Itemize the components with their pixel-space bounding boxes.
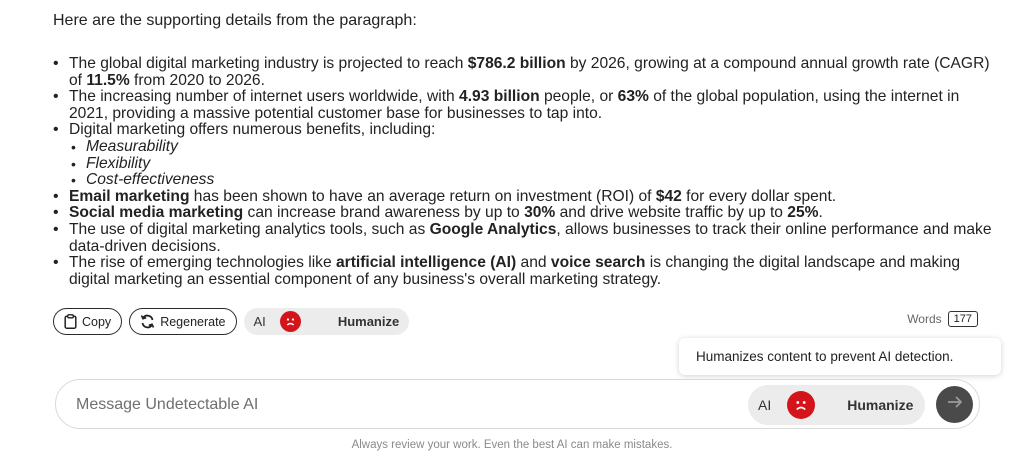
regenerate-button[interactable]: Regenerate (129, 308, 237, 335)
list-item: The rise of emerging technologies like a… (53, 254, 993, 288)
list-item: Social media marketing can increase bran… (53, 205, 993, 222)
copy-label: Copy (82, 314, 112, 329)
sub-list-item: Measurability (69, 138, 993, 156)
list-item: The global digital marketing industry is… (53, 55, 993, 89)
humanize-tooltip: Humanizes content to prevent AI detectio… (679, 338, 1001, 375)
disclaimer-text: Always review your work. Even the best A… (351, 439, 673, 451)
toggle-track[interactable] (274, 308, 330, 335)
sub-list-item: Flexibility (69, 155, 993, 173)
message-input[interactable] (76, 392, 716, 418)
list-item: Digital marketing offers numerous benefi… (53, 122, 993, 189)
regenerate-label: Regenerate (160, 314, 226, 329)
composer-humanize-toggle[interactable]: AI Humanize (748, 385, 926, 425)
toggle-humanize-label: Humanize (337, 314, 400, 329)
list-item: Email marketing has been shown to have a… (53, 188, 993, 206)
send-button[interactable] (936, 386, 973, 423)
toggle-ai-label: AI (758, 397, 772, 413)
message-composer: AI Humanize (55, 379, 980, 429)
humanize-toggle[interactable]: AI Humanize (243, 308, 410, 335)
toggle-ai-label: AI (253, 314, 266, 329)
refresh-icon (140, 314, 155, 329)
sad-face-icon (787, 391, 816, 419)
list-item: The increasing number of internet users … (53, 88, 993, 122)
word-count-value: 177 (947, 311, 978, 327)
response-actions: Copy Regenerate AI Humanize (53, 308, 410, 335)
word-count-label: Words (907, 312, 942, 326)
copy-button[interactable]: Copy (53, 308, 123, 335)
word-count: Words 177 (907, 311, 978, 327)
toggle-humanize-label: Humanize (847, 397, 914, 413)
response-intro: Here are the supporting details from the… (53, 12, 417, 29)
toggle-track[interactable] (779, 385, 839, 425)
list-item: The use of digital marketing analytics t… (53, 221, 993, 255)
clipboard-icon (64, 314, 77, 329)
arrow-right-icon (947, 395, 963, 414)
sad-face-icon (279, 311, 301, 332)
response-bullets: The global digital marketing industry is… (53, 55, 993, 288)
sub-list-item: Cost-effectiveness (69, 172, 993, 189)
